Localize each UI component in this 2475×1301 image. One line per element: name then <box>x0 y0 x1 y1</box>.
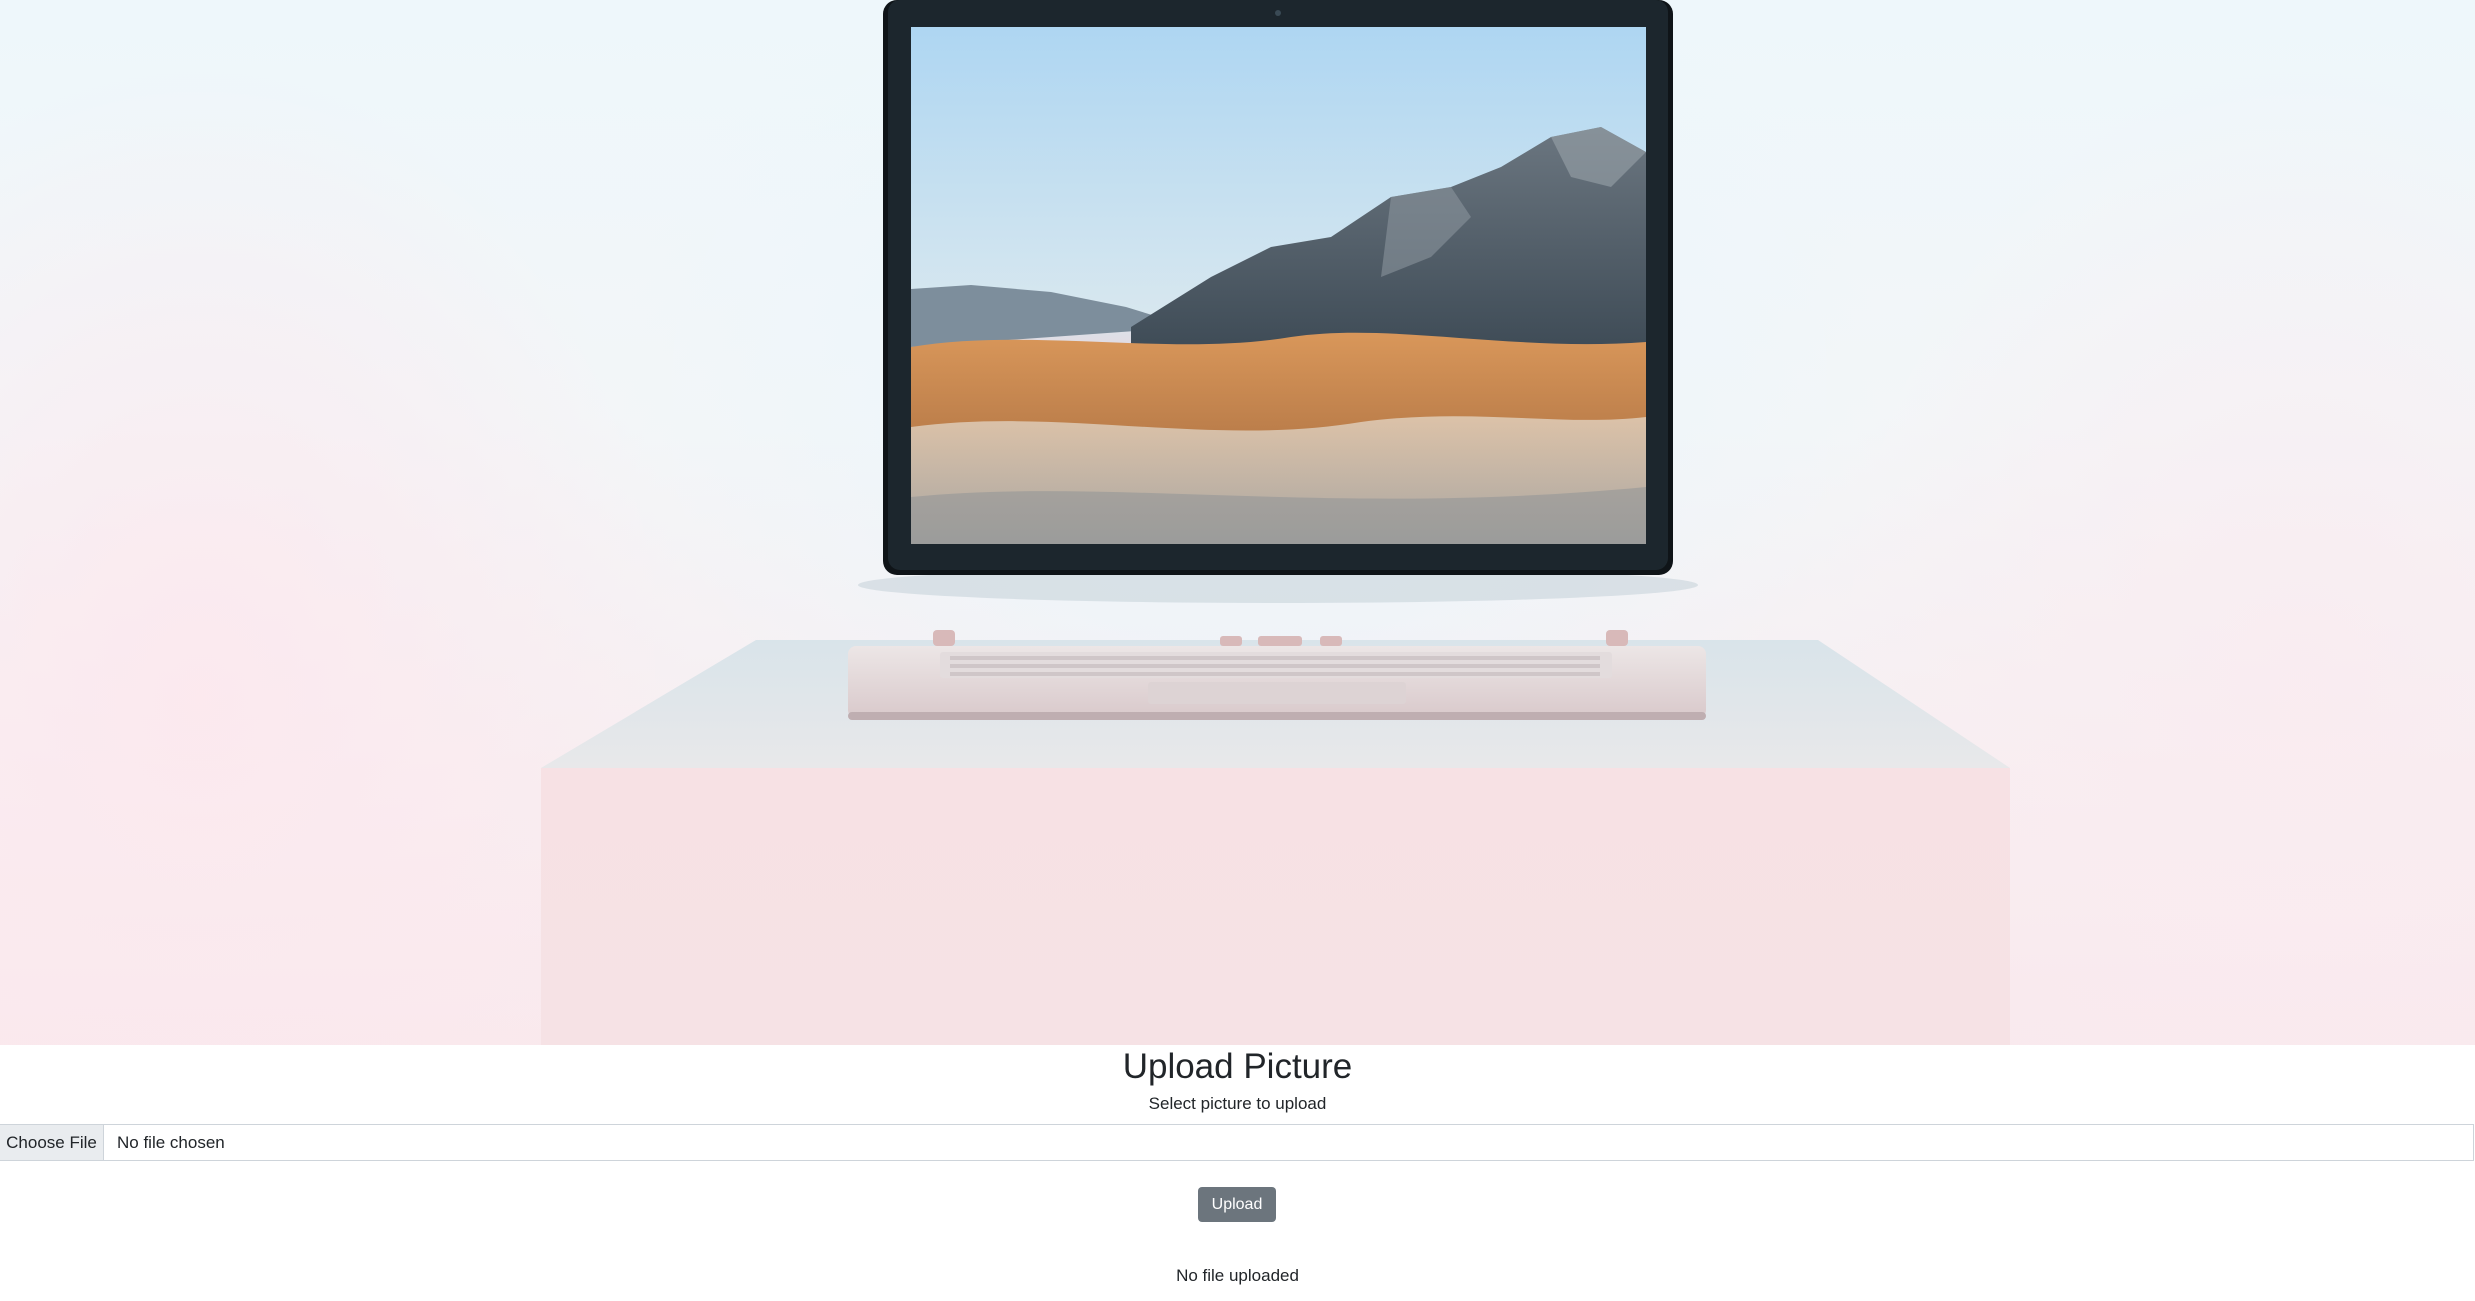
page: Upload Picture Select picture to upload … <box>0 0 2475 1301</box>
hero-image <box>0 0 2475 1045</box>
file-input[interactable]: Choose File No file chosen <box>0 1124 2474 1161</box>
choose-file-button[interactable]: Choose File <box>0 1125 104 1160</box>
laptop-hero-illustration <box>541 0 2010 1045</box>
page-subtitle: Select picture to upload <box>1148 1094 1327 1113</box>
upload-result-status: No file uploaded <box>1176 1266 1299 1285</box>
page-title: Upload Picture <box>1122 1047 1353 1086</box>
file-status-text: No file chosen <box>117 1132 225 1152</box>
upload-button[interactable]: Upload <box>1198 1187 1276 1222</box>
